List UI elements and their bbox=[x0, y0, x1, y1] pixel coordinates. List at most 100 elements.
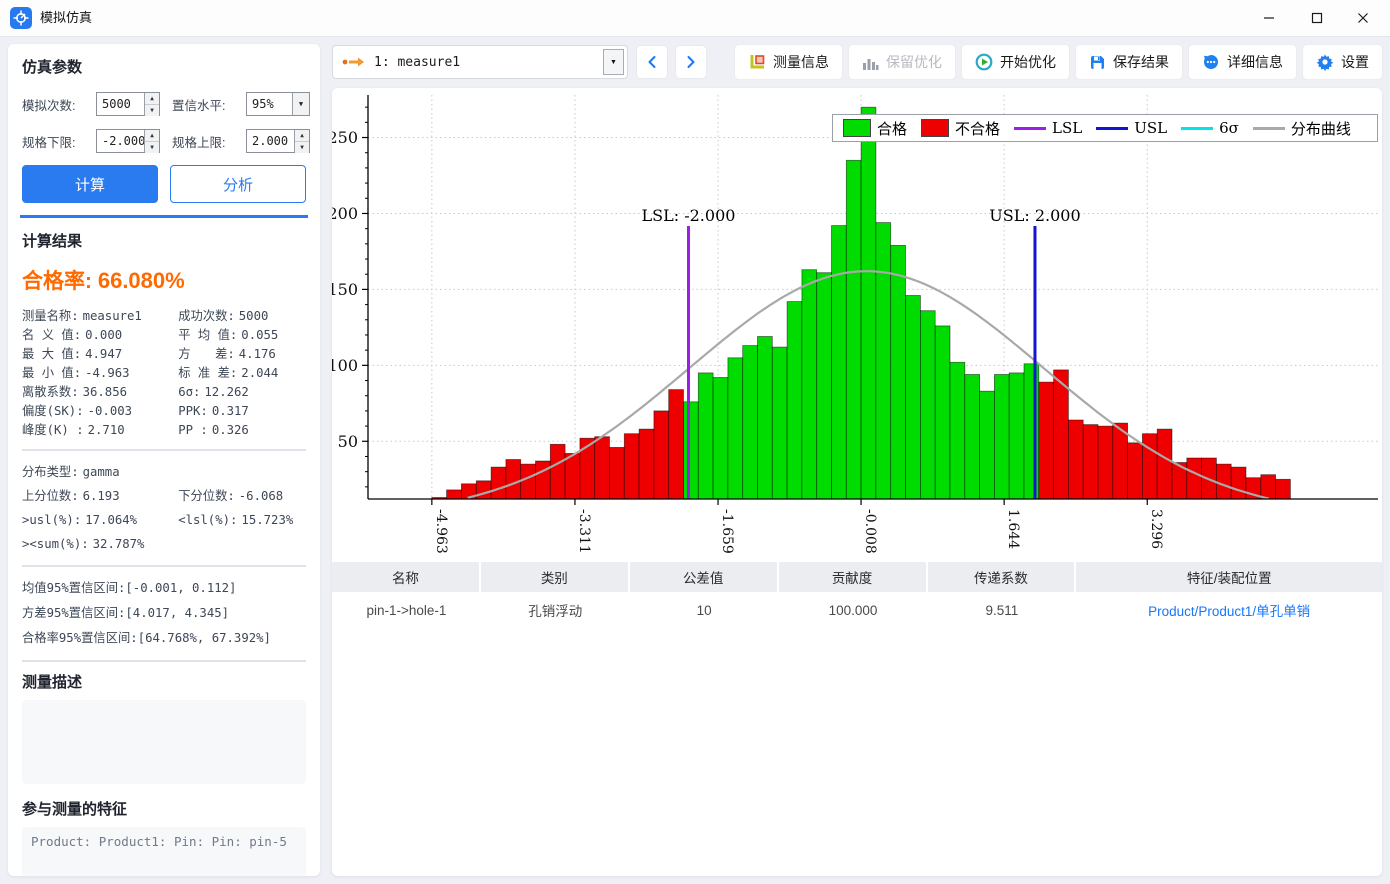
lsl-label: LSL: -2.000 bbox=[642, 206, 736, 225]
confidence-interval-row: 均值95%置信区间:[-0.001, 0.112] bbox=[22, 576, 306, 601]
spinner-buttons[interactable]: ▲▼ bbox=[144, 130, 159, 152]
stat-row: <lsl(%):15.723% bbox=[178, 508, 306, 532]
bars-icon bbox=[862, 54, 879, 71]
start-optimize-button[interactable]: 开始优化 bbox=[962, 45, 1069, 79]
bar bbox=[610, 447, 625, 499]
feature-link[interactable]: Product/Product1/单孔单销 bbox=[1076, 592, 1382, 628]
stats-grid: 测量名称:measure1名 义 值:0.000最 大 值:4.947最 小 值… bbox=[22, 307, 306, 440]
analyze-button[interactable]: 分析 bbox=[170, 165, 306, 203]
upper-spec-label: 规格上限: bbox=[172, 132, 246, 151]
table-cell: 孔销浮动 bbox=[481, 592, 630, 628]
stat-row: 测量名称:measure1 bbox=[22, 307, 178, 326]
table-header-cell: 贡献度 bbox=[779, 562, 928, 592]
measure-info-button[interactable]: 测量信息 bbox=[735, 45, 842, 79]
bar bbox=[1231, 467, 1246, 499]
table-cell: 9.511 bbox=[927, 592, 1076, 628]
dropdown-arrow-icon[interactable]: ▼ bbox=[292, 93, 309, 115]
measure-select[interactable]: 1: measure1 ▼ bbox=[332, 45, 628, 79]
table-row: pin-1->hole-1孔销浮动10100.0009.511Product/P… bbox=[332, 592, 1382, 628]
bar bbox=[1157, 429, 1172, 499]
confidence-interval-row: 合格率95%置信区间:[64.768%, 67.392%] bbox=[22, 626, 306, 651]
bar bbox=[713, 378, 728, 500]
confidence-select[interactable]: 95% ▼ bbox=[246, 92, 310, 116]
toolbar-button-label: 测量信息 bbox=[773, 52, 829, 72]
bar bbox=[698, 373, 713, 499]
toolbar: 测量信息 保留优化开始优化保存结果详细信息设置 bbox=[735, 45, 1382, 79]
calculate-button[interactable]: 计算 bbox=[22, 165, 158, 203]
stat-row bbox=[178, 460, 306, 484]
bar bbox=[1276, 479, 1291, 499]
play-icon bbox=[975, 53, 993, 71]
stat-row: ><sum(%):32.787% bbox=[22, 532, 178, 556]
bar bbox=[1261, 475, 1276, 499]
results-title: 计算结果 bbox=[22, 230, 306, 251]
pass-rate: 合格率: 66.080% bbox=[22, 265, 306, 295]
y-tick-label: 100 bbox=[332, 356, 358, 375]
details-button[interactable]: 详细信息 bbox=[1189, 45, 1296, 79]
bar bbox=[595, 437, 610, 499]
bar bbox=[1009, 373, 1024, 499]
y-tick-label: 200 bbox=[332, 204, 358, 223]
dropdown-arrow-icon[interactable]: ▼ bbox=[603, 49, 624, 75]
legend-label: 不合格 bbox=[955, 118, 1000, 139]
upper-spec-spinner[interactable]: 2.000 ▲▼ bbox=[246, 129, 310, 153]
measure-features-box[interactable]: Product: Product1: Pin: Pin: pin-5 bbox=[22, 827, 306, 876]
toolbar-button-label: 保留优化 bbox=[886, 52, 942, 72]
legend-item: 分布曲线 bbox=[1253, 118, 1351, 139]
prev-measure-button[interactable] bbox=[637, 46, 667, 78]
legend-item: LSL bbox=[1014, 119, 1082, 137]
save-results-button[interactable]: 保存结果 bbox=[1076, 45, 1182, 79]
section-divider bbox=[22, 565, 306, 567]
measure-arrow-icon bbox=[342, 55, 366, 69]
x-tick-label: -3.311 bbox=[576, 509, 592, 554]
bar bbox=[920, 311, 935, 499]
x-tick-label: 1.644 bbox=[1005, 509, 1021, 549]
bar bbox=[817, 273, 832, 499]
x-tick-label: -1.659 bbox=[719, 509, 735, 554]
measure-icon bbox=[748, 53, 766, 71]
stat-row: >usl(%):17.064% bbox=[22, 508, 178, 532]
minimize-button[interactable] bbox=[1246, 0, 1292, 36]
gear-icon bbox=[1316, 53, 1334, 71]
contribution-table: 名称类别公差值贡献度传递系数特征/装配位置 pin-1->hole-1孔销浮动1… bbox=[332, 562, 1382, 628]
bar bbox=[1128, 443, 1143, 499]
legend-swatch-line bbox=[1181, 127, 1213, 130]
sim-count-spinner[interactable]: 5000 ▲▼ bbox=[96, 92, 160, 116]
legend-swatch-line bbox=[1096, 127, 1128, 130]
next-measure-button[interactable] bbox=[676, 46, 706, 78]
description-title: 测量描述 bbox=[22, 671, 306, 692]
y-tick-label: 150 bbox=[332, 280, 358, 299]
app-icon bbox=[10, 7, 32, 29]
confidence-interval-row: 方差95%置信区间:[4.017, 4.345] bbox=[22, 601, 306, 626]
stat-row: 名 义 值:0.000 bbox=[22, 326, 178, 345]
bar bbox=[1083, 425, 1098, 499]
close-button[interactable] bbox=[1340, 0, 1386, 36]
maximize-button[interactable] bbox=[1294, 0, 1340, 36]
spinner-buttons[interactable]: ▲▼ bbox=[144, 93, 159, 115]
sim-count-label: 模拟次数: bbox=[22, 95, 96, 114]
measure-select-value: 1: measure1 bbox=[374, 55, 603, 70]
stat-row: 最 小 值:-4.963 bbox=[22, 364, 178, 383]
table-header-cell: 传递系数 bbox=[928, 562, 1077, 592]
bar bbox=[935, 326, 950, 499]
bar bbox=[728, 358, 743, 499]
x-tick-label: -4.963 bbox=[433, 509, 449, 554]
measure-description-box[interactable] bbox=[22, 700, 306, 784]
bar bbox=[654, 411, 669, 499]
title-bar: 模拟仿真 bbox=[0, 0, 1390, 37]
settings-button[interactable]: 设置 bbox=[1303, 45, 1382, 79]
lower-spec-spinner[interactable]: -2.000 ▲▼ bbox=[96, 129, 160, 153]
bar bbox=[787, 302, 802, 499]
bar bbox=[624, 434, 639, 499]
usl-label: USL: 2.000 bbox=[989, 206, 1080, 225]
stat-row: 上分位数:6.193 bbox=[22, 484, 178, 508]
bar bbox=[1142, 434, 1157, 499]
stat-row: 成功次数:5000 bbox=[178, 307, 306, 326]
save-icon bbox=[1089, 54, 1106, 71]
table-header-row: 名称类别公差值贡献度传递系数特征/装配位置 bbox=[332, 562, 1382, 592]
bar bbox=[536, 461, 551, 499]
bar bbox=[521, 464, 536, 499]
spinner-buttons[interactable]: ▲▼ bbox=[294, 130, 309, 152]
table-header-cell: 特征/装配位置 bbox=[1076, 562, 1382, 592]
confidence-intervals: 均值95%置信区间:[-0.001, 0.112]方差95%置信区间:[4.01… bbox=[22, 576, 306, 651]
